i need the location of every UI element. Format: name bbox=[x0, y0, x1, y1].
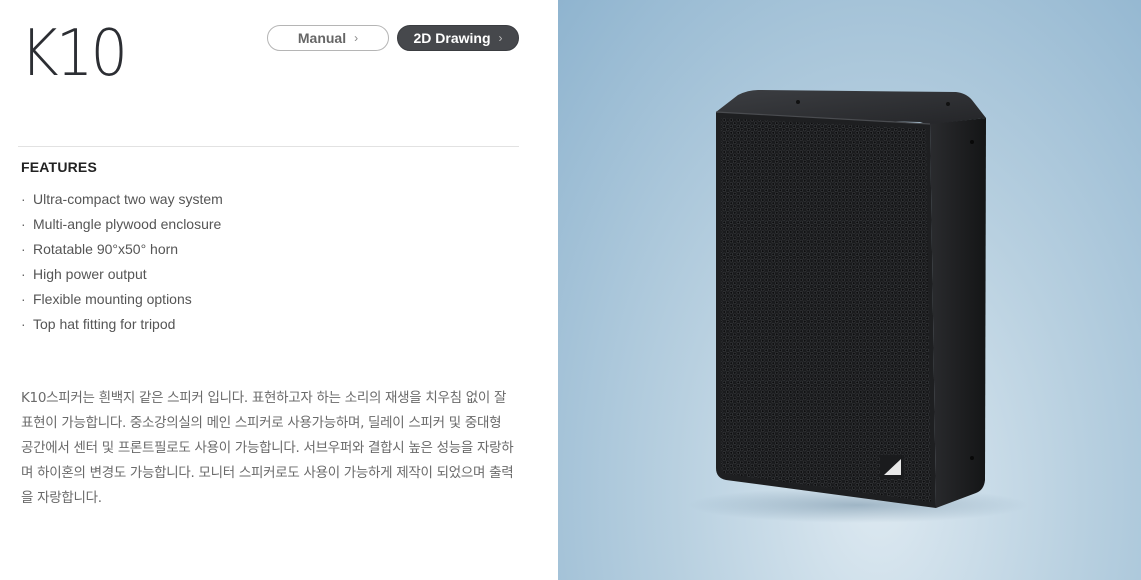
speaker-image bbox=[688, 90, 1028, 523]
product-title: K10 bbox=[20, 17, 128, 91]
feature-item: · Top hat fitting for tripod bbox=[21, 313, 223, 338]
mount-hole bbox=[796, 100, 800, 104]
feature-item-label: Flexible mounting options bbox=[33, 291, 192, 307]
mount-hole bbox=[946, 102, 950, 106]
product-info-panel: K10 Manual › 2D Drawing › FEATURES · Ultr… bbox=[0, 0, 558, 580]
bullet-icon: · bbox=[21, 316, 26, 332]
bullet-icon: · bbox=[21, 266, 26, 282]
manual-button[interactable]: Manual › bbox=[267, 25, 389, 51]
side-bolt bbox=[970, 456, 974, 460]
product-image bbox=[558, 0, 1141, 580]
speaker-side bbox=[930, 118, 986, 508]
feature-item-label: High power output bbox=[33, 266, 147, 282]
features-list: · Ultra-compact two way system · Multi-ang… bbox=[21, 188, 223, 338]
speaker-grille bbox=[721, 118, 931, 502]
chevron-right-icon: › bbox=[354, 31, 359, 45]
feature-item-label: Top hat fitting for tripod bbox=[33, 316, 176, 332]
feature-item: · High power output bbox=[21, 263, 223, 288]
bullet-icon: · bbox=[21, 291, 26, 307]
feature-item-label: Ultra-compact two way system bbox=[33, 191, 223, 207]
bullet-icon: · bbox=[21, 241, 26, 257]
feature-item: · Multi-angle plywood enclosure bbox=[21, 213, 223, 238]
features-heading: FEATURES bbox=[21, 159, 98, 175]
side-bolt bbox=[970, 140, 974, 144]
feature-item-label: Multi-angle plywood enclosure bbox=[33, 216, 222, 232]
feature-item: · Flexible mounting options bbox=[21, 288, 223, 313]
bullet-icon: · bbox=[21, 216, 26, 232]
manual-button-label: Manual bbox=[297, 30, 347, 46]
feature-item: · Ultra-compact two way system bbox=[21, 188, 223, 213]
feature-item: · Rotatable 90°x50° horn bbox=[21, 238, 223, 263]
2d-drawing-button-label: 2D Drawing bbox=[413, 30, 491, 46]
chevron-right-icon: › bbox=[498, 31, 503, 45]
triangle-logo-icon bbox=[880, 455, 904, 479]
section-divider bbox=[18, 146, 519, 147]
feature-item-label: Rotatable 90°x50° horn bbox=[33, 241, 179, 257]
bullet-icon: · bbox=[21, 191, 26, 207]
product-description: K10스피커는 흰백지 같은 스피커 입니다. 표현하고자 하는 소리의 재생을… bbox=[21, 390, 514, 506]
product-page: K10 Manual › 2D Drawing › FEATURES · Ultr… bbox=[0, 0, 1141, 580]
2d-drawing-button[interactable]: 2D Drawing › bbox=[397, 25, 519, 51]
